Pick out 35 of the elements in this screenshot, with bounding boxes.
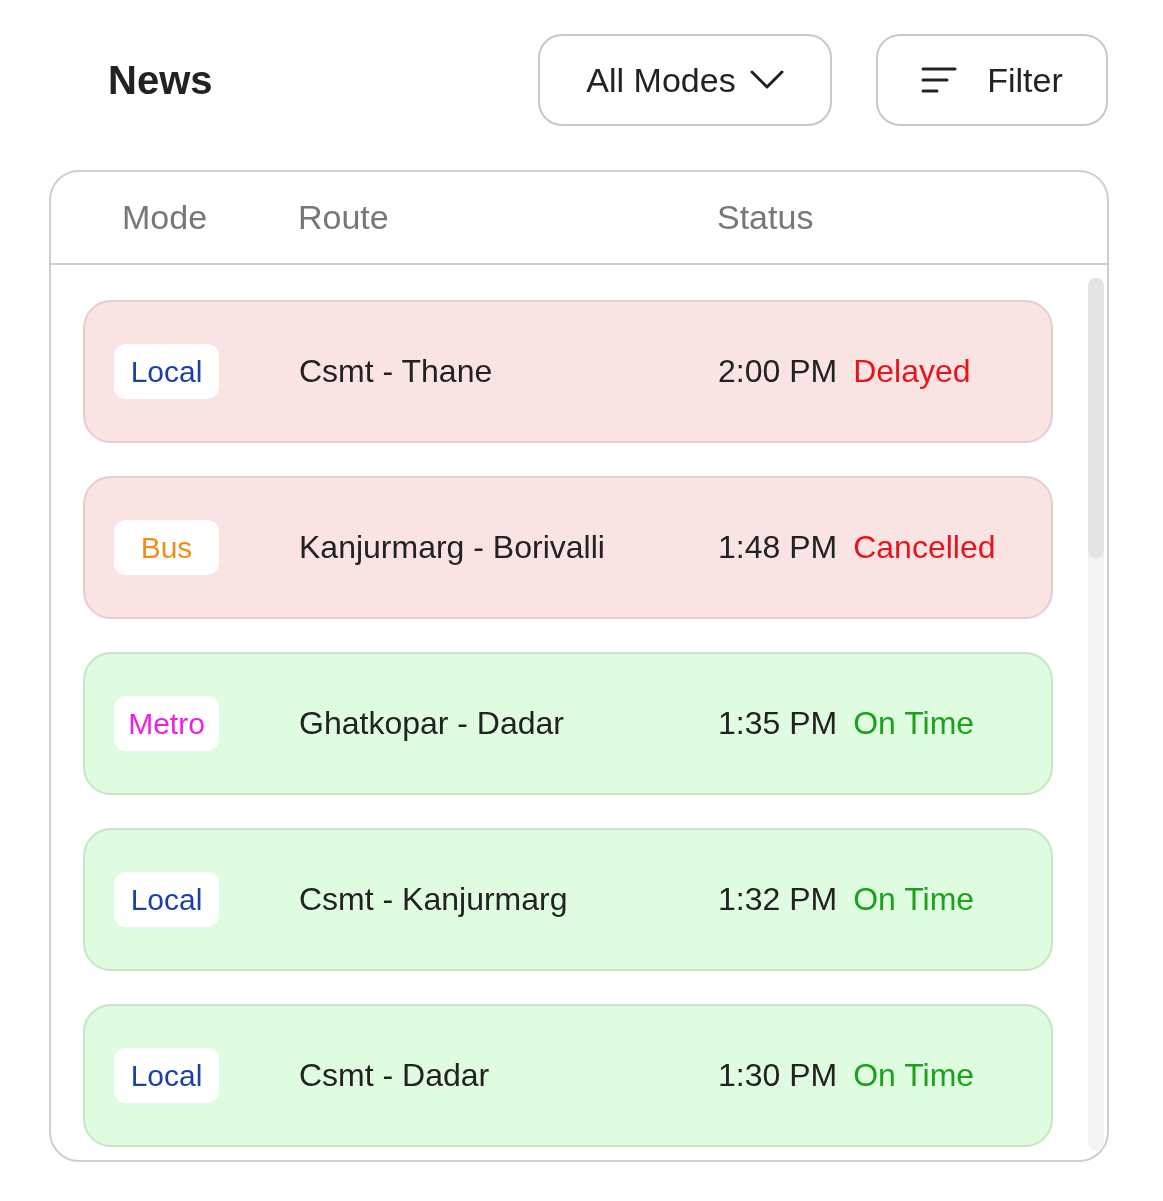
scrollbar-track[interactable] <box>1088 278 1104 1151</box>
mode-badge: Bus <box>114 520 219 575</box>
column-header: Status <box>717 198 815 237</box>
mode-badge: Metro <box>114 696 219 751</box>
chevron-down-icon <box>749 70 784 90</box>
status-text: Cancelled <box>853 529 996 566</box>
time-text: 1:30 PM <box>718 1057 838 1094</box>
route-text: Csmt - Dadar <box>299 1057 491 1094</box>
filter-button[interactable]: Filter <box>876 34 1108 126</box>
time-text: 1:35 PM <box>718 705 838 742</box>
column-header: Route <box>298 198 390 237</box>
route-text: Ghatkopar - Dadar <box>299 705 565 742</box>
page-title: News <box>108 57 214 103</box>
status-row[interactable]: Metro Ghatkopar - Dadar 1:35 PM On Time <box>83 652 1053 795</box>
column-header: Mode <box>122 198 209 237</box>
route-text: Csmt - Thane <box>299 353 494 390</box>
mode-badge: Local <box>114 1048 219 1103</box>
mode-badge: Local <box>114 872 219 927</box>
scrollbar-thumb[interactable] <box>1088 278 1104 558</box>
mode-badge: Local <box>114 344 219 399</box>
time-text: 1:48 PM <box>718 529 838 566</box>
filter-icon <box>921 67 958 93</box>
status-text: Delayed <box>853 353 971 390</box>
time-text: 2:00 PM <box>718 353 838 390</box>
mode-dropdown[interactable]: All Modes <box>538 34 832 126</box>
status-text: On Time <box>853 881 975 918</box>
status-row[interactable]: Local Csmt - Kanjurmarg 1:32 PM On Time <box>83 828 1053 971</box>
route-text: Kanjurmarg - Borivalli <box>299 529 606 566</box>
status-row[interactable]: Local Csmt - Dadar 1:30 PM On Time <box>83 1004 1053 1147</box>
time-text: 1:32 PM <box>718 881 838 918</box>
status-row[interactable]: Bus Kanjurmarg - Borivalli 1:48 PM Cancelled <box>83 476 1053 619</box>
status-text: On Time <box>853 705 975 742</box>
status-row[interactable]: Local Csmt - Thane 2:00 PM Delayed <box>83 300 1053 443</box>
status-text: On Time <box>853 1057 975 1094</box>
route-text: Csmt - Kanjurmarg <box>299 881 569 918</box>
